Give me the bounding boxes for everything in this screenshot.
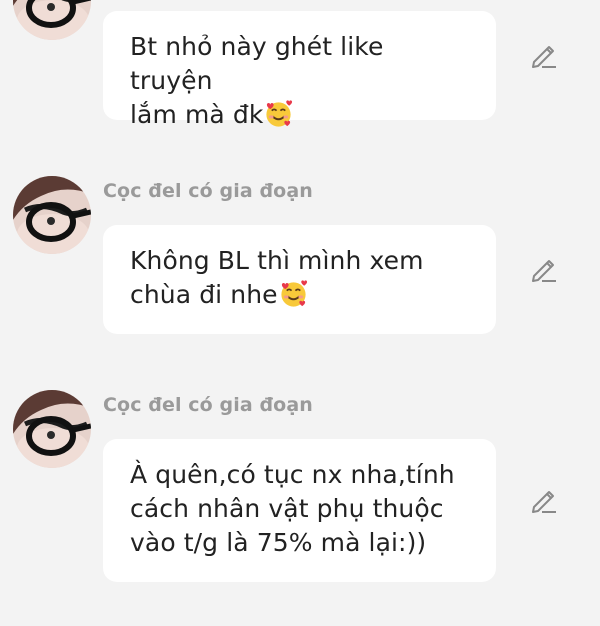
comment-text: À quên,có tục nx nha,tính cách nhân vật …	[130, 460, 455, 557]
avatar-image	[13, 176, 91, 254]
comment-bubble[interactable]: Bt nhỏ này ghét like truyện lắm mà đk	[103, 11, 496, 129]
comment-bubble[interactable]: À quên,có tục nx nha,tính cách nhân vật …	[103, 439, 496, 582]
comment-thread: Bt nhỏ này ghét like truyện lắm mà đk Cọ…	[0, 0, 600, 626]
pencil-edit-icon[interactable]	[530, 256, 558, 282]
avatar-image	[13, 0, 91, 40]
smiling-face-with-hearts-icon	[266, 100, 293, 127]
avatar-image	[13, 390, 91, 468]
comment-text: Không BL thì mình xem chùa đi nhe	[130, 246, 424, 309]
avatar[interactable]	[13, 0, 91, 40]
avatar[interactable]	[13, 176, 91, 254]
pencil-edit-icon[interactable]	[530, 42, 558, 68]
comment-text: Bt nhỏ này ghét like truyện lắm mà đk	[130, 32, 384, 129]
smiling-face-with-hearts-icon	[281, 280, 307, 307]
pencil-edit-icon[interactable]	[530, 487, 558, 513]
comment-author[interactable]: Cọc đel có gia đoạn	[103, 394, 313, 416]
comment-bubble[interactable]: Không BL thì mình xem chùa đi nhe	[103, 225, 496, 334]
comment-author[interactable]: Cọc đel có gia đoạn	[103, 180, 313, 202]
avatar[interactable]	[13, 390, 91, 468]
